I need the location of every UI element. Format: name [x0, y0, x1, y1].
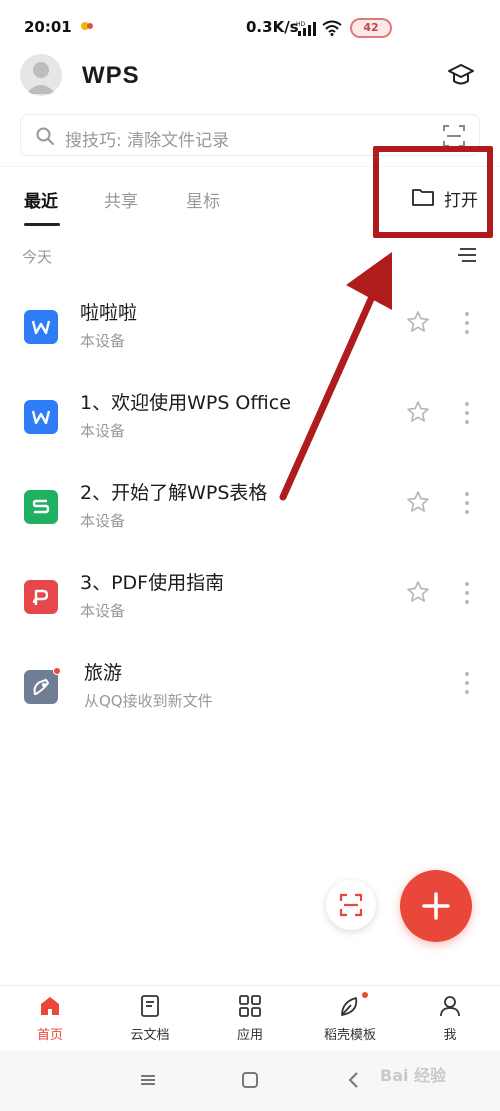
- tab-starred[interactable]: 星标: [186, 187, 220, 212]
- scan-document-icon: [339, 893, 363, 917]
- svg-text:HD: HD: [296, 21, 306, 28]
- file-source: 本设备: [80, 332, 126, 350]
- wifi-icon: [322, 20, 342, 36]
- wps-logo: WPS: [82, 62, 140, 89]
- search-icon: [36, 127, 54, 145]
- status-time: 20:01: [24, 18, 72, 36]
- add-button[interactable]: [400, 870, 472, 942]
- file-source: 本设备: [80, 602, 126, 620]
- search-placeholder: 搜技巧: 清除文件记录: [65, 131, 230, 151]
- section-label-today: 今天: [22, 248, 53, 266]
- scan-icon[interactable]: [443, 125, 465, 147]
- list-item[interactable]: 1、欢迎使用WPS Office 本设备: [0, 378, 500, 464]
- leaf-template-icon: [341, 997, 358, 1016]
- new-file-dot: [53, 667, 61, 675]
- pdf-icon: [24, 580, 58, 614]
- star-icon[interactable]: [406, 490, 430, 514]
- avatar[interactable]: [20, 54, 62, 96]
- plus-icon: [422, 892, 450, 920]
- star-icon[interactable]: [406, 400, 430, 424]
- list-item[interactable]: 2、开始了解WPS表格 本设备: [0, 468, 500, 554]
- word-doc-icon: [24, 400, 58, 434]
- nav-cloud-docs[interactable]: 云文档: [100, 986, 200, 1050]
- status-bar: 20:01 0.3K/s HD 42: [0, 0, 500, 56]
- annotation-highlight-box: [373, 146, 493, 238]
- home-square-icon[interactable]: [240, 1070, 260, 1090]
- back-icon[interactable]: [344, 1070, 364, 1090]
- signal-icon: HD: [296, 21, 316, 36]
- nav-me[interactable]: 我: [400, 986, 500, 1050]
- nav-apps-label: 应用: [236, 1028, 263, 1043]
- file-name: 旅游: [84, 662, 123, 684]
- file-source: 从QQ接收到新文件: [84, 692, 213, 710]
- nav-home-label: 首页: [36, 1028, 63, 1043]
- bottom-nav: 首页 云文档 应用 稻壳模板 我: [0, 985, 500, 1049]
- list-item[interactable]: 3、PDF使用指南 本设备: [0, 558, 500, 644]
- sort-menu-icon[interactable]: [456, 246, 478, 264]
- star-icon[interactable]: [406, 310, 430, 334]
- qq-file-icon: [24, 667, 61, 704]
- apps-grid-icon: [239, 995, 261, 1017]
- nav-templates-label: 稻壳模板: [323, 1028, 376, 1043]
- nav-me-label: 我: [443, 1028, 457, 1043]
- more-vertical-icon[interactable]: [462, 490, 472, 516]
- network-speed: 0.3K/s: [246, 18, 299, 36]
- list-item[interactable]: 啦啦啦 本设备: [0, 288, 500, 374]
- more-vertical-icon[interactable]: [462, 400, 472, 426]
- more-vertical-icon[interactable]: [462, 310, 472, 336]
- tab-shared[interactable]: 共享: [104, 187, 138, 212]
- tab-recent[interactable]: 最近: [24, 187, 58, 212]
- avatar-person-icon: [26, 62, 56, 94]
- spreadsheet-icon: [24, 490, 58, 524]
- battery-icon: 42: [350, 18, 392, 38]
- nav-cloud-docs-label: 云文档: [130, 1028, 170, 1043]
- file-name: 1、欢迎使用WPS Office: [80, 392, 291, 414]
- graduation-cap-icon[interactable]: [446, 60, 476, 90]
- home-icon: [41, 997, 59, 1015]
- nav-apps[interactable]: 应用: [200, 986, 300, 1050]
- nav-home[interactable]: 首页: [0, 986, 100, 1050]
- star-icon[interactable]: [406, 580, 430, 604]
- file-name: 啦啦啦: [80, 302, 138, 324]
- battery-level: 42: [363, 21, 379, 34]
- watermark: Bai 经验: [380, 1066, 447, 1085]
- menu-recents-icon[interactable]: [138, 1070, 158, 1090]
- scan-fab-button[interactable]: [326, 880, 376, 930]
- active-tab-indicator: [24, 223, 60, 226]
- more-vertical-icon[interactable]: [462, 580, 472, 606]
- file-source: 本设备: [80, 422, 126, 440]
- cloud-doc-icon: [141, 995, 159, 1017]
- file-name: 2、开始了解WPS表格: [80, 482, 268, 504]
- more-vertical-icon[interactable]: [462, 670, 472, 696]
- notification-app-icon: [81, 22, 93, 30]
- templates-badge-dot: [362, 992, 368, 998]
- person-icon: [440, 996, 460, 1017]
- file-name: 3、PDF使用指南: [80, 572, 225, 594]
- word-doc-icon: [24, 310, 58, 344]
- nav-templates[interactable]: 稻壳模板: [300, 986, 400, 1050]
- file-source: 本设备: [80, 512, 126, 530]
- list-item[interactable]: 旅游 从QQ接收到新文件: [0, 648, 500, 734]
